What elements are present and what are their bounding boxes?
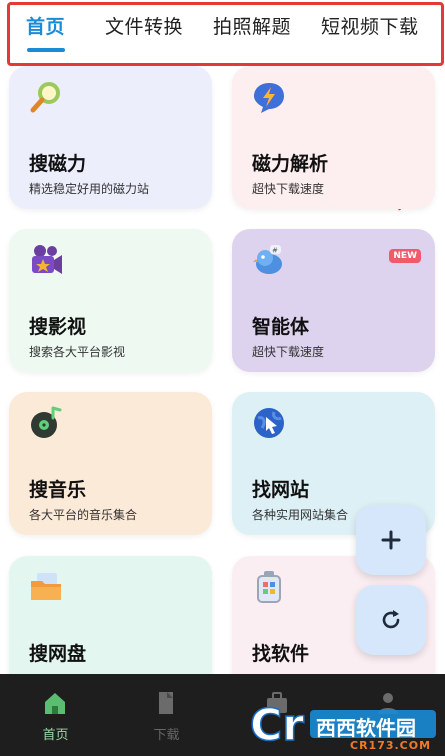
nav-item-home[interactable]: 首页: [0, 674, 111, 756]
svg-text:Cr: Cr: [250, 700, 304, 751]
folder-icon: [31, 573, 61, 600]
refresh-button[interactable]: [356, 585, 426, 655]
watermark-logo: Cr 西西软件园 CR173.COM: [249, 699, 440, 754]
card-subtitle: 超快下载速度: [252, 182, 325, 196]
card-search-magnet[interactable]: 搜磁力 精选稳定好用的磁力站: [9, 66, 212, 209]
magnifier-icon: [30, 82, 60, 113]
card-agent[interactable]: # NEW 智能体 超快下载速度: [232, 229, 435, 372]
card-title: 磁力解析: [252, 153, 329, 175]
app-box-icon: [257, 571, 281, 603]
card-title: 搜影视: [29, 316, 87, 338]
new-badge: NEW: [389, 249, 421, 263]
card-subtitle: 各种实用网站集合: [252, 508, 349, 522]
lightning-chat-icon: [254, 83, 284, 113]
home-icon: [45, 693, 65, 714]
card-search-video[interactable]: 搜影视 搜索各大平台影视: [9, 229, 212, 372]
watermark-url: CR173.COM: [350, 739, 432, 752]
music-disc-icon: [31, 406, 62, 438]
card-title: 找网站: [252, 479, 310, 501]
card-search-music[interactable]: 搜音乐 各大平台的音乐集合: [9, 392, 212, 535]
top-tab-bar: 首页 文件转换 拍照解题 短视频下载: [0, 0, 445, 62]
tab-home[interactable]: 首页: [26, 12, 65, 39]
tab-file-convert[interactable]: 文件转换: [105, 12, 183, 39]
card-subtitle: 超快下载速度: [252, 345, 325, 359]
nav-label: 首页: [42, 728, 69, 743]
card-subtitle: 搜索各大平台影视: [29, 345, 126, 359]
card-subtitle: 精选稳定好用的磁力站: [29, 182, 150, 196]
nav-label: 下载: [153, 728, 180, 743]
film-camera-icon: [32, 245, 62, 274]
card-magnet-parse[interactable]: 磁力解析 超快下载速度: [232, 66, 435, 209]
card-subtitle: 各大平台的音乐集合: [29, 508, 138, 522]
watermark-brand: 西西软件园: [316, 716, 416, 740]
svg-text:#: #: [272, 247, 278, 255]
refresh-icon: [382, 610, 400, 629]
card-title: 智能体: [252, 316, 310, 338]
nav-item-download[interactable]: 下载: [111, 674, 222, 756]
globe-cursor-icon: [254, 408, 284, 438]
tab-short-video-download[interactable]: 短视频下载: [321, 12, 419, 39]
active-tab-indicator: [27, 48, 65, 52]
download-icon: [159, 692, 173, 714]
card-title: 搜网盘: [29, 643, 87, 665]
plus-icon: [381, 530, 401, 550]
card-title: 搜磁力: [29, 153, 87, 175]
card-title: 搜音乐: [29, 479, 87, 501]
tab-photo-solve[interactable]: 拍照解题: [213, 12, 291, 39]
card-title: 找软件: [252, 643, 310, 665]
bird-chat-icon: #: [253, 245, 282, 274]
add-button[interactable]: [356, 505, 426, 575]
